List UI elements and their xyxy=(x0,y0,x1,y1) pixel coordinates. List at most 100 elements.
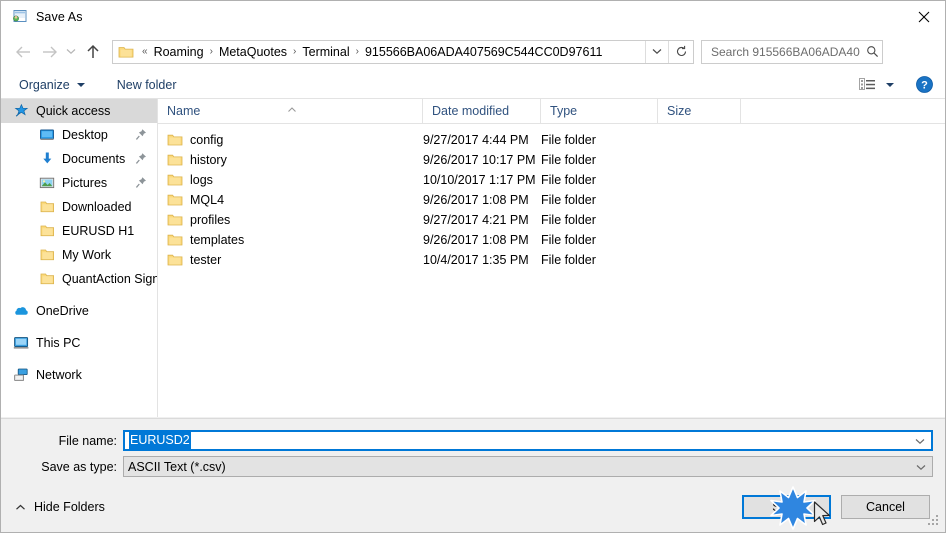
file-name-cell: history xyxy=(158,153,423,167)
sidebar-item-documents[interactable]: Documents xyxy=(1,147,157,171)
table-row[interactable]: history 9/26/2017 10:17 PM File folder xyxy=(158,150,945,170)
chevron-down-icon[interactable] xyxy=(915,434,925,448)
help-button[interactable]: ? xyxy=(916,76,933,93)
breadcrumb-separator[interactable]: › xyxy=(206,46,217,57)
folder-icon xyxy=(167,193,183,207)
file-name-value: EURUSD2 xyxy=(129,432,191,449)
resize-grip-icon[interactable] xyxy=(927,515,939,527)
file-list: config 9/27/2017 4:44 PM File folder his… xyxy=(158,124,945,270)
breadcrumb-item-terminal-id[interactable]: 915566BA06ADA407569C544CC0D97611 xyxy=(363,44,604,60)
address-dropdown-button[interactable] xyxy=(645,40,668,63)
star-pin-icon xyxy=(13,103,30,119)
folder-icon xyxy=(167,213,183,227)
column-header-size[interactable]: Size xyxy=(658,99,741,123)
file-name-input[interactable]: EURUSD2 xyxy=(123,430,933,451)
refresh-button[interactable] xyxy=(668,40,693,63)
folder-icon xyxy=(167,153,183,167)
view-options-icon xyxy=(859,78,875,90)
file-date-modified: 9/26/2017 10:17 PM xyxy=(423,153,536,167)
save-button[interactable]: Save xyxy=(742,495,831,519)
sidebar-item-desktop[interactable]: Desktop xyxy=(1,123,157,147)
cancel-button[interactable]: Cancel xyxy=(841,495,930,519)
file-date-modified: 10/4/2017 1:35 PM xyxy=(423,253,529,267)
table-row[interactable]: MQL4 9/26/2017 1:08 PM File folder xyxy=(158,190,945,210)
file-list-pane: Name Date modified Type Size config 9/27… xyxy=(158,99,945,417)
pin-icon[interactable] xyxy=(135,176,147,189)
search-input[interactable] xyxy=(709,43,862,60)
folder-icon xyxy=(167,233,183,247)
close-icon xyxy=(918,11,930,22)
breadcrumb-separator[interactable]: › xyxy=(352,46,363,57)
sidebar-item-this-pc[interactable]: This PC xyxy=(1,331,157,355)
table-row[interactable]: templates 9/26/2017 1:08 PM File folder xyxy=(158,230,945,250)
folder-icon xyxy=(39,199,56,215)
sidebar-item-network[interactable]: Network xyxy=(1,363,157,387)
sidebar-item-label: My Work xyxy=(62,248,112,262)
pin-icon[interactable] xyxy=(135,152,147,165)
address-bar[interactable]: « Roaming › MetaQuotes › Terminal › 9155… xyxy=(112,39,694,64)
sidebar-item-pictures[interactable]: Pictures xyxy=(1,171,157,195)
sidebar-item-my-work[interactable]: My Work xyxy=(1,243,157,267)
save-as-type-value: ASCII Text (*.csv) xyxy=(128,459,226,474)
back-button[interactable] xyxy=(10,39,36,65)
sidebar-item-label: Pictures xyxy=(62,176,108,190)
chevron-down-icon[interactable] xyxy=(916,460,926,474)
organize-button[interactable]: Organize xyxy=(12,74,92,96)
table-row[interactable]: logs 10/10/2017 1:17 PM File folder xyxy=(158,170,945,190)
column-header-date-modified[interactable]: Date modified xyxy=(423,99,541,123)
file-date-modified: 9/27/2017 4:21 PM xyxy=(423,213,529,227)
file-date-modified: 9/26/2017 1:08 PM xyxy=(423,233,529,247)
file-name: profiles xyxy=(190,213,231,227)
table-row[interactable]: config 9/27/2017 4:44 PM File folder xyxy=(158,130,945,150)
new-folder-label: New folder xyxy=(116,77,177,92)
pin-icon[interactable] xyxy=(135,128,147,141)
file-name: history xyxy=(190,153,227,167)
chevron-down-icon xyxy=(66,49,76,55)
arrow-right-icon xyxy=(42,46,57,57)
organize-label: Organize xyxy=(19,77,70,92)
breadcrumb: « Roaming › MetaQuotes › Terminal › 9155… xyxy=(138,44,645,60)
svg-text:?: ? xyxy=(921,80,928,92)
sidebar-item-onedrive[interactable]: OneDrive xyxy=(1,299,157,323)
help-icon: ? xyxy=(916,76,933,93)
column-header-row: Name Date modified Type Size xyxy=(158,99,945,124)
hide-folders-button[interactable]: Hide Folders xyxy=(15,500,105,514)
file-name-label: File name: xyxy=(58,433,117,448)
save-button-label: Save xyxy=(772,500,801,514)
column-header-label: Type xyxy=(550,104,578,118)
table-row[interactable]: tester 10/4/2017 1:35 PM File folder xyxy=(158,250,945,270)
chevron-down-icon xyxy=(652,49,662,55)
sidebar-item-quick-access[interactable]: Quick access xyxy=(1,99,157,123)
file-name: config xyxy=(190,133,224,147)
file-name-cell: logs xyxy=(158,173,423,187)
file-date-modified: 9/26/2017 1:08 PM xyxy=(423,193,529,207)
view-options-button[interactable] xyxy=(855,74,898,96)
sidebar-item-downloaded[interactable]: Downloaded xyxy=(1,195,157,219)
new-folder-button[interactable]: New folder xyxy=(110,74,184,96)
close-button[interactable] xyxy=(901,1,945,32)
sidebar-item-quantaction-signal[interactable]: QuantAction Signal xyxy=(1,267,157,291)
column-header-name[interactable]: Name xyxy=(158,99,423,123)
chevron-up-icon xyxy=(15,500,26,514)
breadcrumb-item-terminal[interactable]: Terminal xyxy=(300,44,351,60)
table-row[interactable]: profiles 9/27/2017 4:21 PM File folder xyxy=(158,210,945,230)
breadcrumb-overflow[interactable]: « xyxy=(138,46,152,57)
search-box[interactable] xyxy=(701,39,883,64)
save-as-type-select[interactable]: ASCII Text (*.csv) xyxy=(123,456,933,477)
forward-button[interactable] xyxy=(36,39,62,65)
sidebar-item-eurusd-h1[interactable]: EURUSD H1 xyxy=(1,219,157,243)
breadcrumb-separator[interactable]: › xyxy=(289,46,300,57)
network-icon xyxy=(13,367,30,383)
save-as-type-row: Save as type: ASCII Text (*.csv) xyxy=(1,456,933,477)
column-header-type[interactable]: Type xyxy=(541,99,658,123)
breadcrumb-item-metaquotes[interactable]: MetaQuotes xyxy=(217,44,289,60)
file-type: File folder xyxy=(541,153,596,167)
recent-locations-button[interactable] xyxy=(62,39,80,65)
chevron-down-icon xyxy=(76,82,85,87)
breadcrumb-item-roaming[interactable]: Roaming xyxy=(152,44,206,60)
search-icon[interactable] xyxy=(862,45,882,58)
up-button[interactable] xyxy=(80,39,106,65)
sidebar-item-label: QuantAction Signal xyxy=(62,272,157,286)
file-name-cell: profiles xyxy=(158,213,423,227)
